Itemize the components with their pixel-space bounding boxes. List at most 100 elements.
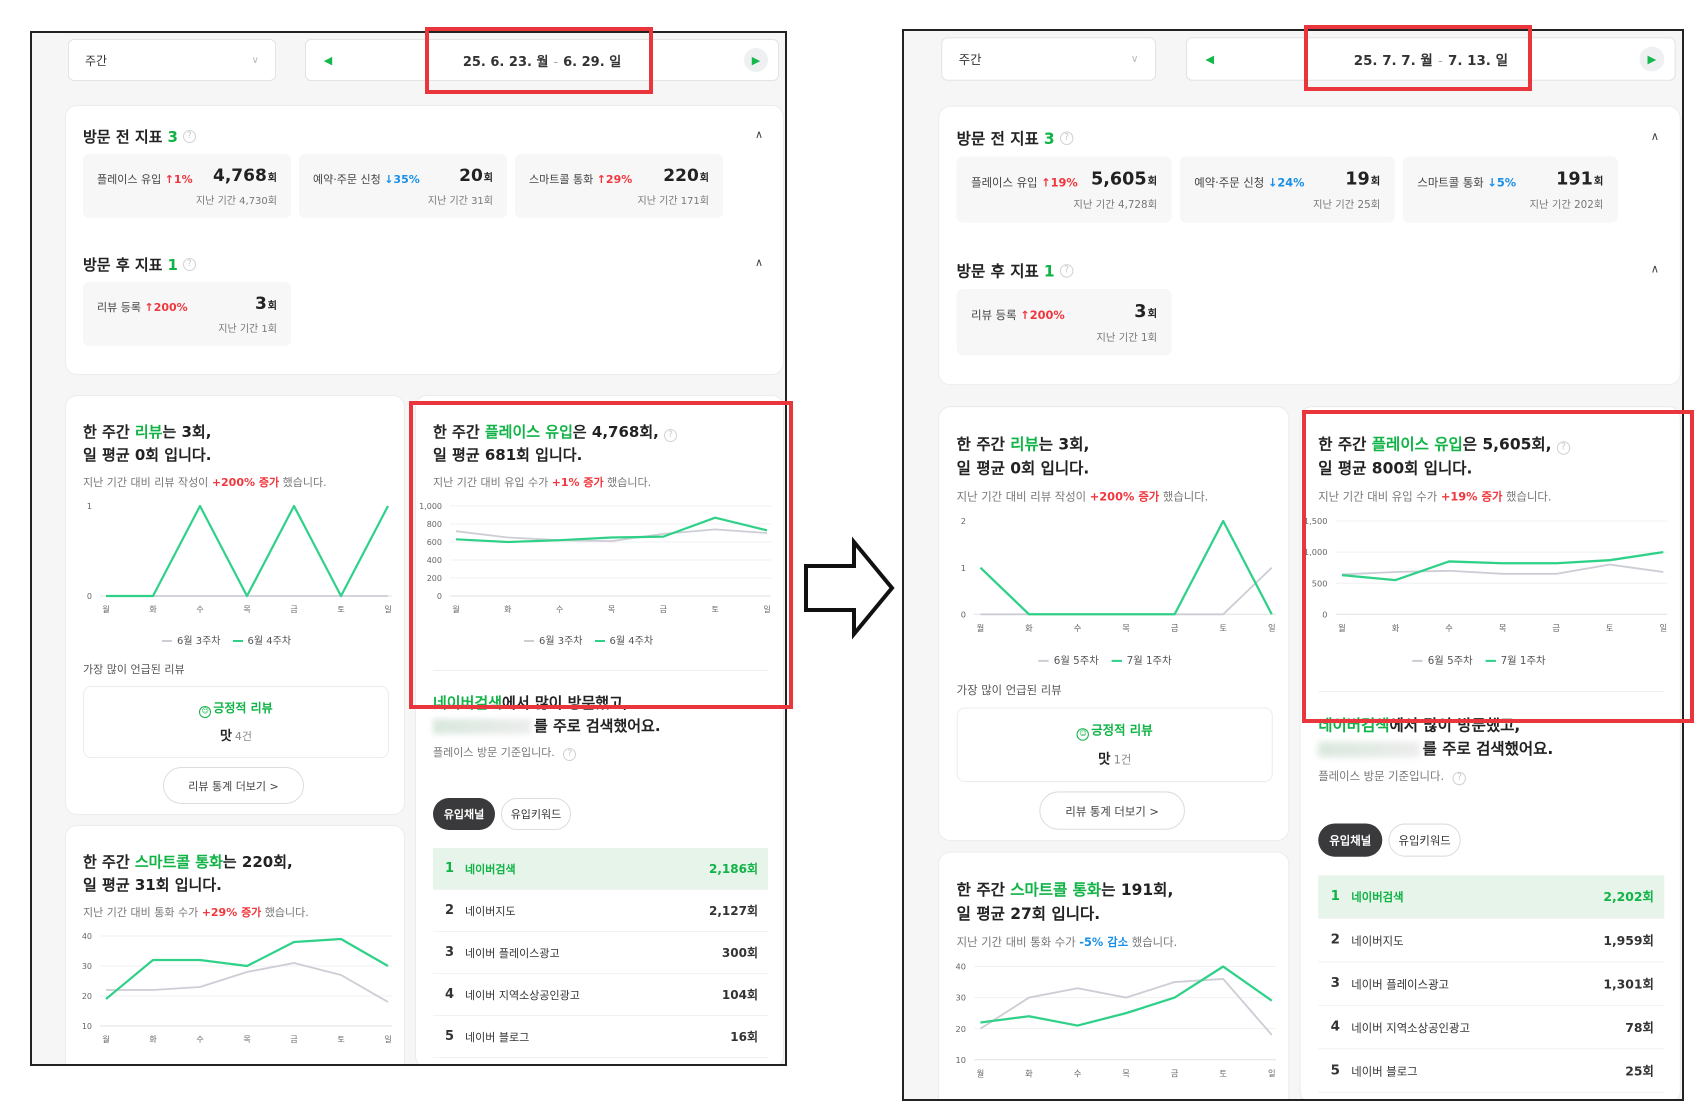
series-line-current bbox=[979, 519, 1273, 616]
channel-row[interactable]: 3 네이버 플레이스광고 300회 bbox=[433, 932, 768, 974]
question-circle-icon[interactable]: ? bbox=[1452, 771, 1467, 786]
metric-previous: 지난 기간 202회 bbox=[1529, 199, 1604, 212]
channel-name: 네이버검색 bbox=[465, 862, 516, 876]
metric-previous: 지난 기간 25회 bbox=[1312, 199, 1381, 212]
x-tick-label: 금 bbox=[1171, 623, 1179, 633]
chevron-down-icon: ∨ bbox=[1130, 53, 1139, 65]
metric-tile-place-inflow[interactable]: 플레이스 유입 ↑1% 4,768회 지난 기간 4,730회 bbox=[83, 154, 291, 218]
more-review-stats-button[interactable]: 리뷰 통계 더보기 > bbox=[163, 767, 304, 804]
metric-previous: 지난 기간 4,728회 bbox=[1073, 199, 1158, 212]
metric-previous: 지난 기간 1회 bbox=[218, 324, 277, 335]
triangle-right-icon: ▶ bbox=[751, 53, 761, 67]
channel-name: 네이버 블로그 bbox=[1351, 1064, 1418, 1078]
post-visit-title: 방문 후 지표 1? bbox=[957, 260, 1074, 282]
metric-label: 플레이스 유입 ↑1% bbox=[97, 173, 193, 186]
x-tick-label: 월 bbox=[102, 604, 109, 614]
question-circle-icon[interactable]: ? bbox=[1059, 264, 1074, 278]
metric-value: 4,768회 bbox=[213, 166, 277, 186]
period-select[interactable]: 주간 ∨ bbox=[941, 37, 1157, 81]
x-tick-label: 수 bbox=[196, 605, 203, 614]
metric-value: 20회 bbox=[459, 166, 493, 186]
channel-name: 네이버지도 bbox=[1351, 933, 1404, 948]
metric-previous: 지난 기간 1회 bbox=[1096, 332, 1158, 344]
question-circle-icon[interactable]: ? bbox=[182, 258, 196, 271]
tab-inflow-channel[interactable]: 유입채널 bbox=[433, 798, 495, 830]
metric-label: 리뷰 등록 ↑200% bbox=[971, 308, 1065, 323]
card-subtext: 지난 기간 대비 리뷰 작성이 +200% 증가 했습니다. bbox=[83, 476, 327, 489]
x-tick-label: 목 bbox=[1122, 1068, 1130, 1078]
metric-tile-reservation[interactable]: 예약·주문 신청 ↓24% 19회 지난 기간 25회 bbox=[1179, 156, 1395, 223]
x-tick-label: 일 bbox=[384, 1035, 391, 1044]
post-visit-count: 1 bbox=[1043, 261, 1055, 281]
channel-row[interactable]: 2 네이버지도 2,127회 bbox=[433, 890, 768, 932]
x-tick-label: 토 bbox=[337, 1035, 344, 1044]
legend-item: 6월 3주차 bbox=[162, 632, 221, 647]
channel-subtext: 플레이스 방문 기준입니다. ? bbox=[433, 744, 577, 761]
x-tick-label: 월 bbox=[977, 623, 985, 633]
smiley-icon: ☺ bbox=[199, 706, 212, 718]
channel-row[interactable]: 2 네이버지도 1,959회 bbox=[1318, 919, 1665, 963]
channel-row[interactable]: 1 네이버검색 2,202회 bbox=[1318, 875, 1665, 919]
channel-row[interactable]: 1 네이버검색 2,186회 bbox=[433, 848, 768, 890]
review-line-chart: 0 1 월 화 수 목 금 토 일 bbox=[87, 502, 392, 614]
collapse-pre-visit-button[interactable]: ∧ bbox=[1651, 129, 1659, 142]
more-review-stats-button[interactable]: 리뷰 통계 더보기 > bbox=[1039, 791, 1185, 830]
channel-row[interactable]: 5 네이버 블로그 25회 bbox=[1318, 1049, 1665, 1093]
next-week-button[interactable]: ▶ bbox=[743, 48, 768, 72]
metric-change: ↑200% bbox=[1020, 308, 1065, 323]
channel-value: 300회 bbox=[721, 946, 758, 960]
pre-visit-label: 방문 전 지표 bbox=[83, 128, 163, 146]
y-tick-label: 2 bbox=[961, 516, 966, 526]
prev-week-button[interactable]: ◀ bbox=[1197, 47, 1222, 72]
channel-row[interactable]: 4 네이버 지역소상공인광고 78회 bbox=[1318, 1006, 1665, 1050]
chart-legend: 6월 3주차 6월 4주차 bbox=[162, 632, 291, 647]
metric-tile-smartcall[interactable]: 스마트콜 통화 ↑29% 220회 지난 기간 171회 bbox=[515, 154, 723, 218]
next-week-button[interactable]: ▶ bbox=[1639, 46, 1665, 72]
channel-table: 1 네이버검색 2,202회 2 네이버지도 1,959회 3 네이버 플레이스광고 1,301… bbox=[1318, 875, 1665, 1093]
question-circle-icon[interactable]: ? bbox=[1059, 131, 1074, 145]
channel-row[interactable]: 4 네이버 지역소상공인광고 104회 bbox=[433, 974, 768, 1016]
metric-label: 스마트콜 통화 ↑29% bbox=[529, 173, 633, 186]
pre-visit-title: 방문 전 지표 3? bbox=[957, 127, 1074, 149]
channel-rank: 5 bbox=[445, 1029, 455, 1044]
collapse-post-visit-button[interactable]: ∧ bbox=[1651, 262, 1659, 275]
channel-name: 네이버검색 bbox=[1351, 890, 1404, 904]
metric-tile-smartcall[interactable]: 스마트콜 통화 ↓5% 191회 지난 기간 202회 bbox=[1402, 156, 1618, 223]
metric-value: 220회 bbox=[663, 166, 709, 186]
channel-value: 2,186회 bbox=[709, 862, 758, 876]
metric-change: ↑19% bbox=[1041, 176, 1078, 190]
tab-inflow-keyword[interactable]: 유입키워드 bbox=[1388, 823, 1461, 857]
prev-week-button[interactable]: ◀ bbox=[316, 48, 340, 72]
metric-change: ↑200% bbox=[144, 301, 188, 314]
channel-row[interactable]: 3 네이버 플레이스광고 1,301회 bbox=[1318, 962, 1665, 1006]
question-circle-icon[interactable]: ? bbox=[182, 130, 196, 143]
channel-rank: 3 bbox=[1330, 975, 1340, 992]
x-tick-label: 일 bbox=[1268, 1068, 1276, 1078]
metric-tile-place-inflow[interactable]: 플레이스 유입 ↑19% 5,605회 지난 기간 4,728회 bbox=[956, 156, 1172, 223]
metric-tile-reservation[interactable]: 예약·주문 신청 ↓35% 20회 지난 기간 31회 bbox=[299, 154, 507, 218]
question-circle-icon[interactable]: ? bbox=[563, 748, 577, 761]
period-select[interactable]: 주간 ∨ bbox=[68, 39, 276, 81]
metric-label: 예약·주문 신청 ↓24% bbox=[1194, 176, 1305, 190]
y-tick-label: 10 bbox=[955, 1055, 966, 1065]
channel-row[interactable]: 5 네이버 블로그 16회 bbox=[433, 1016, 768, 1058]
metric-value: 191회 bbox=[1556, 168, 1604, 190]
collapse-pre-visit-button[interactable]: ∧ bbox=[755, 128, 763, 141]
tab-inflow-keyword[interactable]: 유입키워드 bbox=[501, 798, 571, 830]
card-headline: 한 주간 스마트콜 통화는 220회, 일 평균 31회 입니다. bbox=[83, 853, 293, 894]
collapse-post-visit-button[interactable]: ∧ bbox=[755, 256, 763, 269]
metric-tile-review[interactable]: 리뷰 등록 ↑200% 3회 지난 기간 1회 bbox=[956, 288, 1172, 356]
channel-value: 1,959회 bbox=[1603, 933, 1654, 948]
triangle-left-icon: ◀ bbox=[323, 53, 333, 67]
tab-inflow-channel[interactable]: 유입채널 bbox=[1318, 823, 1383, 857]
x-tick-label: 화 bbox=[1025, 1068, 1033, 1078]
metric-change: ↓24% bbox=[1267, 176, 1305, 190]
channel-rank: 4 bbox=[445, 987, 455, 1002]
legend-swatch bbox=[1038, 659, 1049, 662]
most-mentioned-label: 가장 많이 언급된 리뷰 bbox=[83, 663, 185, 676]
metric-tile-review[interactable]: 리뷰 등록 ↑200% 3회 지난 기간 1회 bbox=[83, 282, 291, 346]
metric-label: 플레이스 유입 ↑19% bbox=[971, 176, 1078, 190]
metrics-panel: 방문 전 지표 3? ∧ 플레이스 유입 ↑1% 4,768회 지난 기간 4,7… bbox=[65, 105, 784, 375]
review-keyword: 맛 4건 bbox=[219, 729, 253, 744]
transition-arrow-icon bbox=[804, 536, 895, 640]
